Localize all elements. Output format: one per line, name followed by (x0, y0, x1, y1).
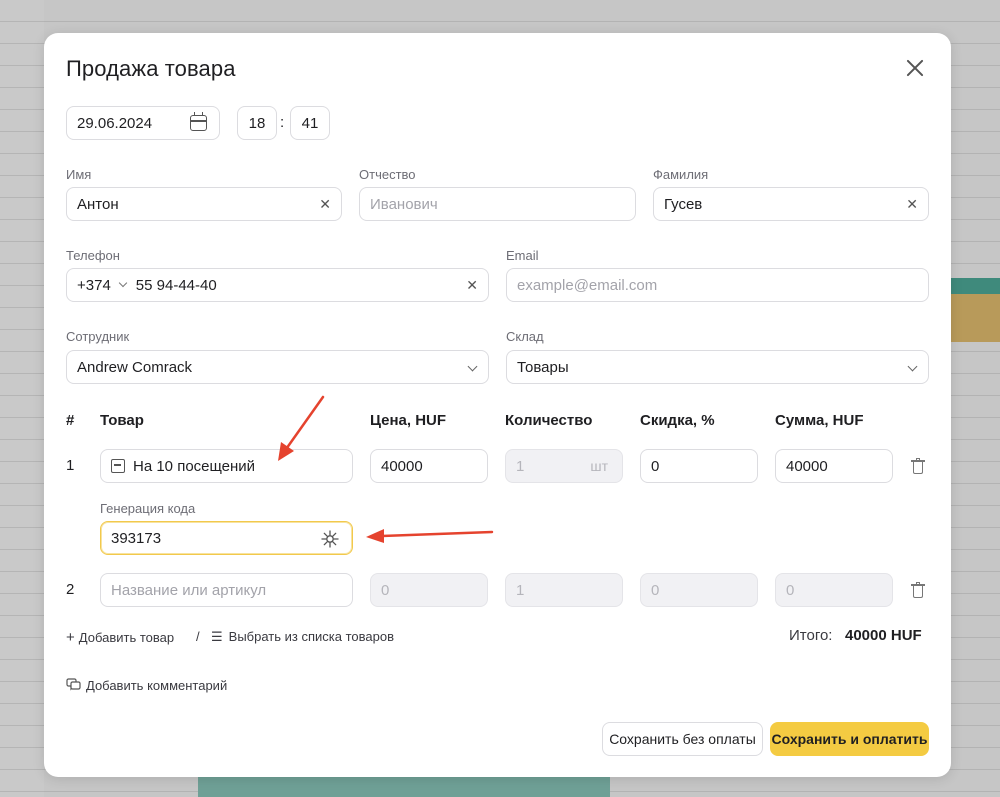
add-product-link[interactable]: + Добавить товар (66, 629, 174, 646)
choose-from-list-label: Выбрать из списка товаров (228, 629, 394, 644)
add-product-label: Добавить товар (78, 630, 175, 645)
background-left-strip (0, 0, 44, 797)
employee-label: Сотрудник (66, 329, 130, 344)
sum-input: 0 (775, 573, 893, 607)
middle-name-placeholder: Иванович (370, 195, 438, 213)
comment-icon (66, 678, 81, 691)
warehouse-value: Товары (517, 358, 569, 376)
code-input[interactable]: 393173 (100, 521, 353, 555)
price-input: 0 (370, 573, 488, 607)
col-sum-header: Сумма, HUF (775, 412, 864, 429)
clear-icon[interactable]: ✕ (906, 196, 918, 212)
email-placeholder: example@email.com (517, 276, 658, 294)
minute-input[interactable]: 41 (290, 106, 330, 140)
background-teal-block (950, 278, 1000, 294)
save-and-pay-button[interactable]: Сохранить и оплатить (770, 722, 929, 756)
chevron-down-icon[interactable] (907, 361, 918, 372)
discount-value: 0 (651, 457, 660, 475)
email-input[interactable]: example@email.com (506, 268, 929, 302)
trash-icon[interactable] (911, 582, 925, 598)
date-input[interactable]: 29.06.2024 (66, 106, 220, 140)
chevron-down-icon[interactable] (467, 361, 478, 372)
col-num-header: # (66, 412, 75, 429)
employee-value: Andrew Comrack (77, 358, 193, 376)
middle-name-label: Отчество (359, 167, 416, 182)
product-placeholder: Название или артикул (111, 581, 267, 599)
add-comment-link[interactable]: Добавить комментарий (66, 678, 227, 693)
row-number: 2 (66, 581, 75, 598)
modal-title: Продажа товара (66, 56, 236, 81)
clear-icon[interactable]: ✕ (466, 277, 478, 293)
date-value: 29.06.2024 (77, 114, 153, 132)
trash-icon[interactable] (911, 458, 925, 474)
background-gold-block (950, 294, 1000, 342)
clear-icon[interactable]: ✕ (319, 196, 331, 212)
phone-value: 55 94-44-40 (135, 276, 217, 294)
middle-name-input[interactable]: Иванович (359, 187, 636, 221)
quantity-input: 1 шт (505, 449, 623, 483)
total-value: 40000 HUF (845, 627, 922, 644)
col-product-header: Товар (100, 412, 144, 429)
col-price-header: Цена, HUF (370, 412, 447, 429)
first-name-input[interactable]: Антон ✕ (66, 187, 342, 221)
links-separator: / (196, 629, 200, 644)
hour-value: 18 (248, 114, 266, 132)
save-without-payment-button[interactable]: Сохранить без оплаты (602, 722, 763, 756)
choose-from-list-link[interactable]: ☰ Выбрать из списка товаров (211, 629, 394, 645)
discount-input[interactable]: 0 (640, 449, 758, 483)
discount-placeholder: 0 (651, 581, 660, 599)
total-label: Итого: (789, 627, 833, 644)
calendar-icon[interactable] (190, 112, 207, 131)
product-input[interactable]: На 10 посещений (100, 449, 353, 483)
box-icon (111, 459, 125, 473)
sum-value: 40000 (786, 457, 828, 475)
quantity-input: 1 (505, 573, 623, 607)
last-name-label: Фамилия (653, 167, 709, 182)
plus-icon: + (66, 629, 75, 646)
col-discount-header: Скидка, % (640, 412, 715, 429)
warehouse-select[interactable]: Товары (506, 350, 929, 384)
warehouse-label: Склад (506, 329, 544, 344)
price-placeholder: 0 (381, 581, 390, 599)
quantity-unit: шт (590, 458, 608, 474)
minute-value: 41 (301, 114, 319, 132)
last-name-input[interactable]: Гусев ✕ (653, 187, 929, 221)
employee-select[interactable]: Andrew Comrack (66, 350, 489, 384)
price-input[interactable]: 40000 (370, 449, 488, 483)
price-value: 40000 (381, 457, 423, 475)
close-icon[interactable] (902, 55, 928, 81)
col-quantity-header: Количество (505, 412, 593, 429)
first-name-label: Имя (66, 167, 92, 182)
discount-input: 0 (640, 573, 758, 607)
code-generation-label: Генерация кода (100, 501, 196, 516)
time-separator: : (280, 114, 285, 131)
quantity-value: 1 (516, 457, 525, 475)
email-label: Email (506, 248, 539, 263)
product-search-input[interactable]: Название или артикул (100, 573, 353, 607)
list-icon: ☰ (211, 629, 223, 644)
row-number: 1 (66, 457, 75, 474)
code-value: 393173 (111, 529, 162, 547)
hour-input[interactable]: 18 (237, 106, 277, 140)
last-name-value: Гусев (664, 195, 703, 213)
quantity-placeholder: 1 (516, 581, 525, 599)
product-value: На 10 посещений (133, 457, 256, 475)
refresh-code-icon[interactable] (320, 529, 340, 549)
phone-code[interactable]: +374 (77, 277, 111, 294)
phone-label: Телефон (66, 248, 120, 263)
background-bottom-block (198, 777, 610, 797)
add-comment-label: Добавить комментарий (86, 678, 228, 693)
chevron-down-icon[interactable] (118, 278, 128, 288)
phone-input[interactable]: +374 55 94-44-40 ✕ (66, 268, 489, 302)
sum-input[interactable]: 40000 (775, 449, 893, 483)
sum-placeholder: 0 (786, 581, 795, 599)
first-name-value: Антон (77, 195, 119, 213)
sale-modal: Продажа товара 29.06.2024 18 : 41 Имя Ан… (44, 33, 951, 777)
